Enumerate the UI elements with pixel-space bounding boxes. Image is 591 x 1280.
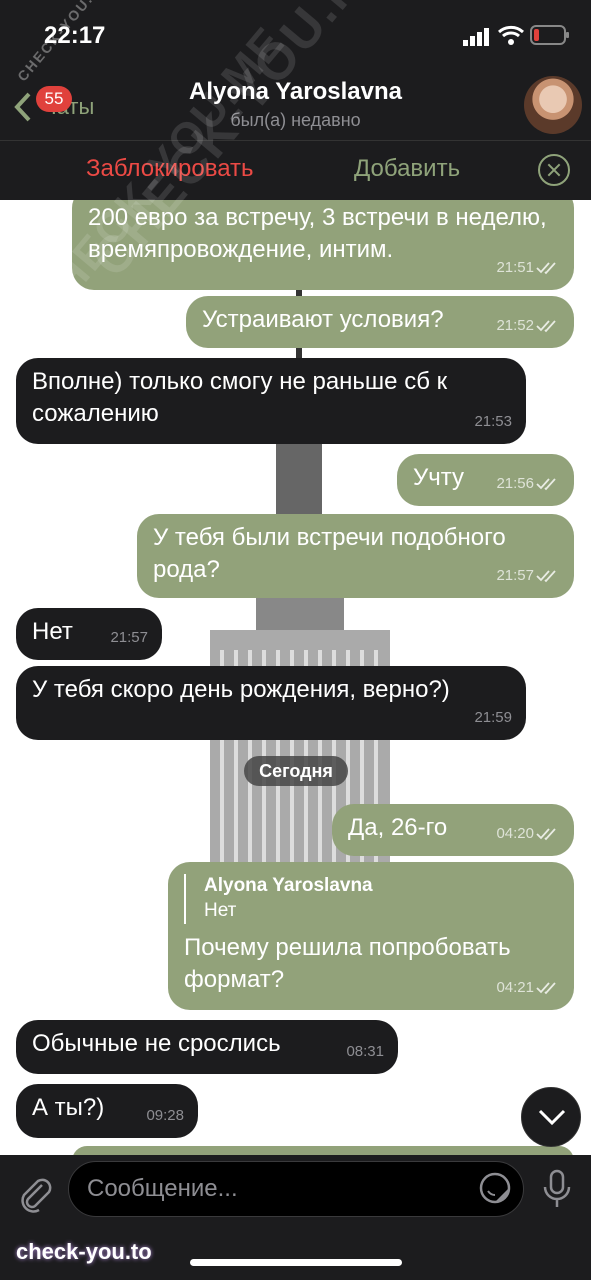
message-incoming[interactable]: У тебя скоро день рождения, верно?) 21:5… xyxy=(16,666,526,740)
message-meta: 21:52 xyxy=(496,310,560,342)
message-time: 21:56 xyxy=(496,475,534,492)
message-outgoing[interactable]: Alyona Yaroslavna Нет Почему решила попр… xyxy=(168,862,574,1010)
message-input[interactable]: Сообщение... xyxy=(68,1161,524,1217)
scroll-to-bottom-button[interactable] xyxy=(521,1087,581,1147)
message-outgoing[interactable]: 200 евро за встречу, 3 встречи в неделю,… xyxy=(72,186,574,290)
chat-header: Чаты 55 Alyona Yaroslavna был(а) недавно xyxy=(0,70,591,140)
message-meta: 21:51 xyxy=(496,252,560,284)
message-incoming[interactable]: А ты?) 09:28 xyxy=(16,1084,198,1138)
message-outgoing[interactable]: Учту 21:56 xyxy=(397,454,574,506)
message-time: 21:57 xyxy=(496,567,534,584)
read-ticks-icon xyxy=(536,320,556,333)
block-button[interactable]: Заблокировать xyxy=(86,155,254,183)
message-meta: 21:59 xyxy=(474,702,512,734)
message-text: Вполне) только смогу не раньше сб к сожа… xyxy=(32,368,448,427)
read-ticks-icon xyxy=(536,982,556,995)
wifi-icon xyxy=(498,25,524,45)
message-time: 21:59 xyxy=(474,709,512,726)
message-meta: 09:28 xyxy=(146,1100,184,1132)
message-meta: 21:57 xyxy=(110,622,148,654)
status-bar: 22:17 xyxy=(0,0,591,70)
reply-quote[interactable]: Alyona Yaroslavna Нет xyxy=(184,874,558,924)
message-meta: 21:56 xyxy=(496,468,560,500)
message-outgoing[interactable]: Да, 26-го 04:20 xyxy=(332,804,574,856)
avatar[interactable] xyxy=(524,76,582,134)
message-time: 21:53 xyxy=(474,413,512,430)
message-time: 08:31 xyxy=(346,1043,384,1060)
message-time: 21:52 xyxy=(496,317,534,334)
message-meta: 04:21 xyxy=(496,972,560,1004)
message-time: 04:20 xyxy=(496,825,534,842)
reply-text: Нет xyxy=(204,900,237,921)
read-ticks-icon xyxy=(536,570,556,583)
cellular-signal-icon xyxy=(463,28,489,46)
message-incoming[interactable]: Вполне) только смогу не раньше сб к сожа… xyxy=(16,358,526,444)
message-outgoing[interactable]: Устраивают условия? 21:52 xyxy=(186,296,574,348)
message-time: 21:57 xyxy=(110,629,148,646)
message-meta: 21:53 xyxy=(474,406,512,438)
close-icon[interactable] xyxy=(538,154,570,186)
message-meta: 21:57 xyxy=(496,560,560,592)
day-separator: Сегодня xyxy=(244,756,348,786)
message-incoming[interactable]: Обычные не срослись 08:31 xyxy=(16,1020,398,1074)
battery-low-icon xyxy=(530,25,569,45)
chevron-down-icon xyxy=(538,1109,566,1126)
contact-status: был(а) недавно xyxy=(230,110,361,130)
message-meta: 08:31 xyxy=(346,1036,384,1068)
watermark-brand: check-you.to xyxy=(16,1239,152,1264)
contact-name[interactable]: Alyona Yaroslavna xyxy=(0,78,591,106)
reply-author: Alyona Yaroslavna xyxy=(204,875,373,896)
paperclip-icon[interactable] xyxy=(16,1173,52,1213)
message-text: У тебя скоро день рождения, верно?) xyxy=(32,676,450,703)
home-indicator[interactable] xyxy=(190,1259,402,1266)
read-ticks-icon xyxy=(536,262,556,275)
message-time: 21:51 xyxy=(496,259,534,276)
clock: 22:17 xyxy=(44,22,106,49)
message-meta: 04:20 xyxy=(496,818,560,850)
message-outgoing[interactable]: У тебя были встречи подобного рода? 21:5… xyxy=(137,514,574,598)
message-time: 09:28 xyxy=(146,1107,184,1124)
read-ticks-icon xyxy=(536,478,556,491)
microphone-icon[interactable] xyxy=(540,1169,574,1209)
message-time: 04:21 xyxy=(496,979,534,996)
message-text: 200 евро за встречу, 3 встречи в неделю,… xyxy=(88,204,547,263)
message-incoming[interactable]: Нет 21:57 xyxy=(16,608,162,660)
message-text: Обычные не срослись xyxy=(32,1030,281,1057)
sticker-icon[interactable] xyxy=(478,1171,512,1205)
message-composer: Сообщение... check-you.to xyxy=(0,1155,591,1280)
add-contact-button[interactable]: Добавить xyxy=(354,155,460,183)
read-ticks-icon xyxy=(536,828,556,841)
action-bar: Заблокировать Добавить xyxy=(0,140,591,200)
